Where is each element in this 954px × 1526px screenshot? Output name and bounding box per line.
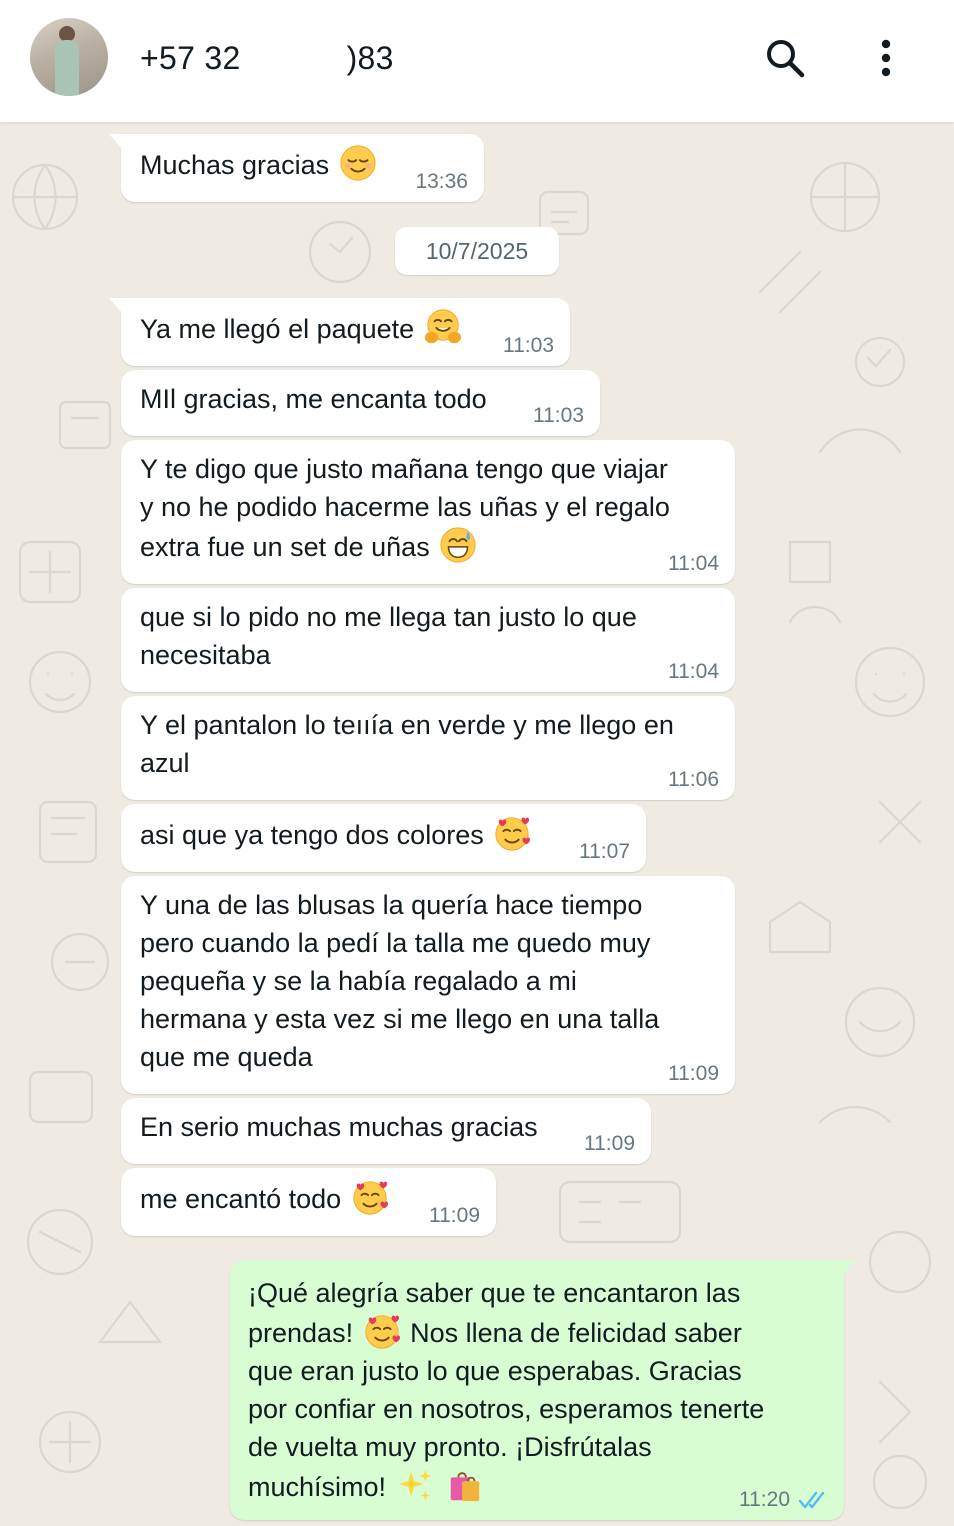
message-line: y no he podido hacerme las uñas y el reg… [140, 492, 670, 522]
message-time: 11:04 [668, 660, 719, 683]
sparkles-emoji-icon [398, 1469, 432, 1501]
contact-name-redacted [240, 39, 347, 75]
message-bubble-incoming[interactable]: Muchas gracias 13:36 [109, 134, 484, 202]
contact-name-prefix: +57 32 [140, 40, 241, 76]
message-time: 11:04 [668, 552, 719, 575]
chat-header: +57 32 )83 [0, 0, 954, 122]
message-line: prendas! [248, 1318, 354, 1348]
message-text: Muchas gracias [140, 150, 330, 180]
search-icon[interactable] [763, 36, 807, 80]
message-line: Nos llena de felicidad saber [410, 1318, 742, 1348]
message-time: 11:07 [579, 840, 630, 863]
message-time: 11:09 [584, 1132, 635, 1155]
message-line: Y el pantalon lo teııía en verde y me ll… [140, 710, 674, 740]
message-line-with-emoji: extra fue un set de uñas [140, 526, 717, 566]
message-line: hermana y esta vez si me llego en una ta… [140, 1004, 660, 1034]
message-line: Y una de las blusas la quería hace tiemp… [140, 890, 643, 920]
contact-avatar[interactable] [30, 18, 108, 96]
message-bubble-incoming[interactable]: En serio muchas muchas gracias 11:09 [121, 1098, 651, 1164]
message-line: que eran justo lo que esperabas. Gracias [248, 1356, 742, 1386]
message-line: muchísimo! [248, 1472, 387, 1502]
chat-area[interactable]: Muchas gracias 13:36 10/7/2025 Ya me lle… [0, 122, 954, 1526]
shopping-bags-emoji-icon [450, 1472, 480, 1502]
message-line: necesitaba [140, 640, 271, 670]
bubble-tail [842, 1260, 856, 1276]
message-line: Y te digo que justo mañana tengo que via… [140, 454, 668, 484]
message-line: azul [140, 748, 190, 778]
avatar-figure-body [55, 40, 79, 96]
message-bubble-incoming[interactable]: me encantó todo 11:09 [121, 1168, 496, 1236]
message-bubble-incoming[interactable]: Y una de las blusas la quería hace tiemp… [121, 876, 735, 1094]
message-bubble-incoming[interactable]: que si lo pido no me llega tan justo lo … [121, 588, 735, 692]
contact-name[interactable]: +57 32 )83 [140, 36, 394, 80]
message-line: extra fue un set de uñas [140, 532, 430, 562]
message-bubble-incoming[interactable]: Y te digo que justo mañana tengo que via… [121, 440, 735, 584]
message-time: 11:09 [429, 1204, 480, 1227]
message-line: de vuelta muy pronto. ¡Disfrútalas [248, 1432, 652, 1462]
message-line: ¡Qué alegría saber que te encantaron las [248, 1278, 741, 1308]
relieved-face-emoji-icon [340, 145, 376, 181]
hugging-face-emoji-icon [424, 309, 461, 344]
message-time: 11:09 [668, 1062, 719, 1085]
message-bubble-incoming[interactable]: MIl gracias, me encanta todo 11:03 [121, 370, 600, 436]
smiling-face-with-hearts-emoji-icon [364, 1315, 400, 1349]
smiling-face-with-hearts-emoji-icon [495, 817, 531, 851]
message-bubble-incoming[interactable]: asi que ya tengo dos colores 11:07 [121, 804, 646, 872]
message-text: asi que ya tengo dos colores [140, 820, 484, 850]
message-line: pero cuando la pedí la talla me quedo mu… [140, 928, 651, 958]
message-time: 13:36 [415, 170, 468, 193]
message-text: me encantó todo [140, 1184, 342, 1214]
contact-name-suffix: )83 [346, 40, 394, 76]
date-separator: 10/7/2025 [395, 227, 559, 275]
message-text: Ya me llegó el paquete [140, 314, 415, 344]
bubble-tail [109, 134, 123, 150]
message-line-with-emoji: prendas! Nos llena de felicidad saber [248, 1312, 826, 1352]
message-text: En serio muchas muchas gracias [140, 1112, 538, 1142]
message-bubble-incoming[interactable]: Ya me llegó el paquete 11:03 [109, 298, 570, 366]
message-time: 11:20 [739, 1488, 790, 1511]
more-vertical-icon[interactable] [864, 36, 908, 80]
grinning-sweat-emoji-icon [440, 527, 476, 563]
read-receipt-double-check-icon [798, 1491, 825, 1509]
message-line: que si lo pido no me llega tan justo lo … [140, 602, 637, 632]
message-line: pequeña y se la había regalado a mi [140, 966, 577, 996]
message-text: MIl gracias, me encanta todo [140, 384, 487, 414]
message-line: por confiar en nosotros, esperamos tener… [248, 1394, 765, 1424]
message-time: 11:03 [503, 334, 554, 357]
message-line: que me queda [140, 1042, 313, 1072]
smiling-face-with-hearts-emoji-icon [353, 1181, 388, 1215]
message-time: 11:06 [668, 768, 719, 791]
message-bubble-outgoing[interactable]: ¡Qué alegría saber que te encantaron las… [230, 1260, 856, 1520]
bubble-tail [109, 298, 123, 314]
message-bubble-incoming[interactable]: Y el pantalon lo teııía en verde y me ll… [121, 696, 735, 800]
message-time: 11:03 [533, 404, 584, 427]
